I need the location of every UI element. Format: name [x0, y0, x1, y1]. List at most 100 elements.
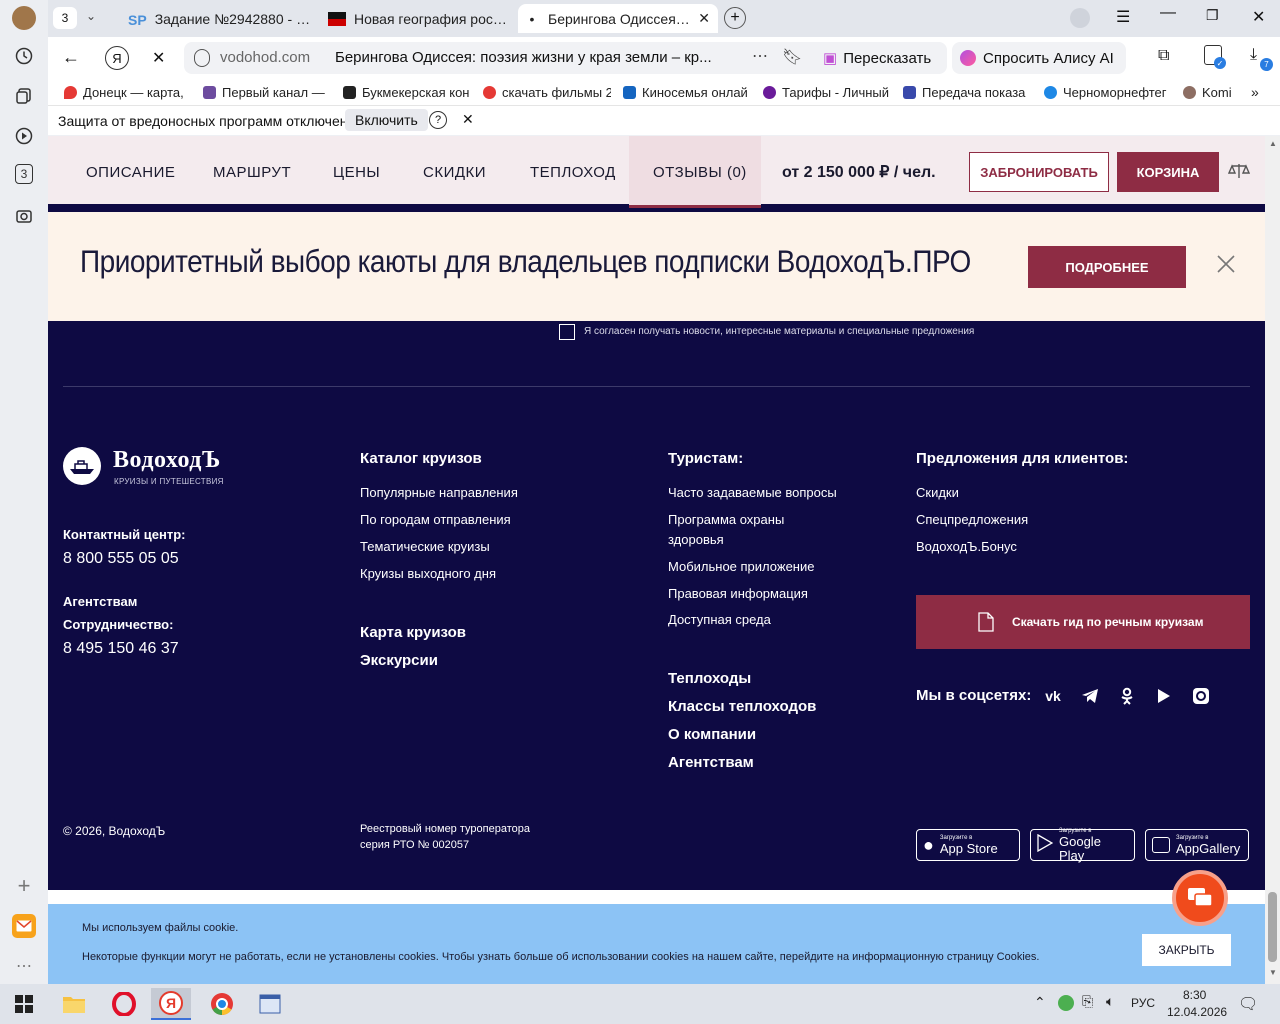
page-scrollbar[interactable]: ▲ ▼: [1265, 136, 1280, 984]
bookmark-2[interactable]: Первый канал —: [203, 83, 330, 101]
notifications-icon[interactable]: 🗨︎: [1238, 994, 1258, 1014]
back-icon[interactable]: ←: [62, 47, 80, 68]
contact-center-phone[interactable]: 8 800 555 05 05: [63, 550, 179, 568]
downloads-icon[interactable]: ⤓: [1250, 46, 1257, 64]
collections-icon[interactable]: [12, 84, 36, 108]
catalog-link-cities[interactable]: По городам отправления: [360, 512, 511, 527]
minimize-icon[interactable]: —: [1160, 4, 1176, 22]
odnoklassniki-icon[interactable]: [1117, 686, 1137, 706]
cooperation-phone[interactable]: 8 495 150 46 37: [63, 640, 179, 658]
help-icon[interactable]: ?: [429, 111, 447, 129]
telegram-icon[interactable]: [1080, 686, 1100, 706]
catalog-heading[interactable]: Каталог круизов: [360, 450, 482, 467]
bookmark-8[interactable]: Черноморнефтег: [1044, 83, 1168, 101]
dzen-icon[interactable]: [1191, 686, 1211, 706]
language-indicator[interactable]: РУС: [1131, 996, 1155, 1010]
app-window-icon[interactable]: [250, 988, 290, 1020]
nav-reviews[interactable]: ОТЗЫВЫ (0): [653, 136, 747, 208]
excursions-link[interactable]: Экскурсии: [360, 652, 438, 669]
window-close-icon[interactable]: ✕: [1252, 7, 1265, 27]
logo-text[interactable]: ВодоходЪ: [113, 447, 221, 474]
health-program-link-line2[interactable]: здоровья: [668, 532, 724, 547]
nav-description[interactable]: ОПИСАНИЕ: [86, 136, 175, 208]
promo-more-button[interactable]: ПОДРОБНЕЕ: [1028, 246, 1186, 288]
catalog-link-popular[interactable]: Популярные направления: [360, 485, 518, 500]
add-panel-icon[interactable]: +: [12, 873, 36, 898]
bookmark-9[interactable]: Komi: [1183, 83, 1235, 101]
bookmark-7[interactable]: Передача показа: [903, 83, 1031, 101]
extensions-icon[interactable]: ⧉: [1158, 47, 1169, 65]
consent-checkbox[interactable]: [559, 324, 575, 340]
start-windows-icon[interactable]: [4, 988, 44, 1020]
logo-ship-icon[interactable]: [63, 447, 101, 485]
book-button[interactable]: ЗАБРОНИРОВАТЬ: [969, 152, 1109, 192]
volume-icon[interactable]: 🔈︎: [1106, 993, 1114, 1010]
agencies-link[interactable]: Агентствам: [668, 754, 754, 771]
promo-close-icon[interactable]: [1216, 254, 1236, 279]
play-icon[interactable]: [12, 124, 36, 148]
cart-button[interactable]: КОРЗИНА: [1117, 152, 1219, 192]
yandex-icon[interactable]: Я: [105, 46, 129, 70]
mail-icon[interactable]: [12, 914, 36, 938]
stop-icon[interactable]: ✕: [152, 48, 165, 68]
app-store-button[interactable]: ● Загрузите в App Store: [916, 829, 1020, 861]
file-explorer-icon[interactable]: [54, 988, 94, 1020]
tab-close-icon[interactable]: ✕: [698, 10, 710, 27]
yandex-browser-icon[interactable]: Я: [151, 988, 191, 1020]
special-offers-link[interactable]: Спецпредложения: [916, 512, 1028, 527]
more-icon[interactable]: ⋯: [752, 46, 768, 66]
tab-2[interactable]: Новая география роскош: [320, 4, 516, 33]
warning-close-icon[interactable]: ✕: [462, 111, 474, 128]
faq-link[interactable]: Часто задаваемые вопросы: [668, 485, 837, 500]
nav-ship[interactable]: ТЕПЛОХОД: [530, 136, 616, 208]
ask-alice-button[interactable]: Спросить Алису AI: [952, 42, 1126, 74]
nav-discounts[interactable]: СКИДКИ: [423, 136, 486, 208]
ships-link[interactable]: Теплоходы: [668, 670, 751, 687]
clock-date[interactable]: 12.04.2026: [1167, 1005, 1227, 1019]
mobile-app-link[interactable]: Мобильное приложение: [668, 559, 814, 574]
accessibility-link[interactable]: Доступная среда: [668, 612, 771, 627]
enable-protection-button[interactable]: Включить: [345, 109, 428, 131]
vk-icon[interactable]: vk: [1043, 686, 1063, 706]
scroll-up-icon[interactable]: ▲: [1269, 139, 1277, 148]
opera-icon[interactable]: [104, 988, 144, 1020]
retell-button[interactable]: ▣ Пересказать: [815, 42, 947, 74]
discounts-link[interactable]: Скидки: [916, 485, 959, 500]
bookmark-1[interactable]: Донецк — карта,: [64, 83, 188, 101]
nav-route[interactable]: МАРШРУТ: [213, 136, 291, 208]
bonus-link[interactable]: ВодоходЪ.Бонус: [916, 539, 1017, 554]
tray-app-icon[interactable]: [1058, 995, 1074, 1011]
bookmarks-overflow-icon[interactable]: »: [1251, 83, 1259, 101]
bookmark-icon[interactable]: 🔖︎: [782, 47, 802, 67]
chrome-icon[interactable]: [202, 988, 242, 1020]
tabs-counter-icon[interactable]: 3: [15, 164, 33, 184]
bookmark-5[interactable]: Киносемья онлай: [623, 83, 751, 101]
tabs-dropdown-icon[interactable]: ⌄: [86, 9, 96, 23]
tab-count-badge[interactable]: 3: [53, 7, 77, 29]
more-dots-icon[interactable]: ⋯: [12, 954, 36, 978]
history-icon[interactable]: [12, 44, 36, 68]
catalog-link-weekend[interactable]: Круизы выходного дня: [360, 566, 496, 581]
bookmark-6[interactable]: Тарифы - Личный: [763, 83, 891, 101]
bookmark-3[interactable]: Букмекерская кон: [343, 83, 471, 101]
google-play-button[interactable]: Загрузите в Google Play: [1030, 828, 1135, 862]
scrollbar-thumb[interactable]: [1268, 892, 1277, 962]
cruise-map-link[interactable]: Карта круизов: [360, 624, 466, 641]
account-icon[interactable]: [1070, 8, 1090, 28]
agency-label[interactable]: Агентствам: [63, 594, 137, 609]
bookmark-4[interactable]: скачать фильмы 2: [483, 83, 611, 101]
nav-prices[interactable]: ЦЕНЫ: [333, 136, 380, 208]
restore-icon[interactable]: ❐: [1206, 7, 1219, 24]
network-icon[interactable]: ⎘: [1082, 993, 1093, 1010]
youtube-play-icon[interactable]: [1154, 686, 1174, 706]
scroll-down-icon[interactable]: ▼: [1269, 968, 1277, 977]
menu-icon[interactable]: ☰: [1116, 7, 1130, 27]
download-guide-button[interactable]: Скачать гид по речным круизам: [916, 595, 1250, 649]
app-gallery-button[interactable]: Загрузите в AppGallery: [1145, 829, 1249, 861]
catalog-link-thematic[interactable]: Тематические круизы: [360, 539, 490, 554]
cookie-close-button[interactable]: ЗАКРЫТЬ: [1142, 934, 1231, 966]
legal-info-link[interactable]: Правовая информация: [668, 586, 808, 601]
ship-classes-link[interactable]: Классы теплоходов: [668, 698, 816, 715]
about-link[interactable]: О компании: [668, 726, 756, 743]
profile-avatar[interactable]: [12, 6, 36, 30]
